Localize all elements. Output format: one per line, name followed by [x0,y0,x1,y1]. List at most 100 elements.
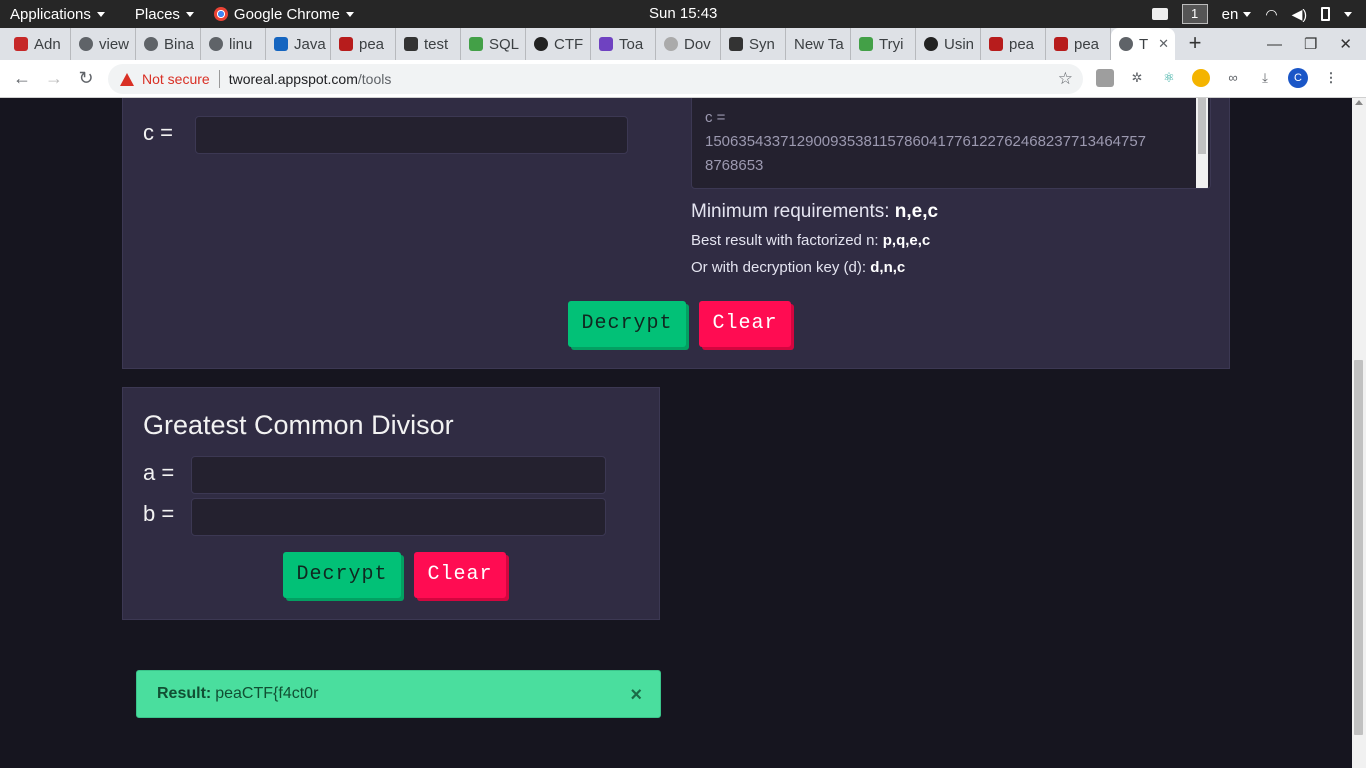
tab-favicon-icon [534,37,548,51]
infinity-icon[interactable]: ∞ [1224,69,1242,87]
browser-tab[interactable]: test [396,28,461,60]
cookie-icon[interactable] [1192,69,1210,87]
tab-favicon-icon [404,37,418,51]
browser-tab[interactable]: pea [331,28,396,60]
gcd-card: Greatest Common Divisor a = b = Decrypt … [122,387,660,620]
warning-icon [120,72,134,86]
browser-tab[interactable]: Java [266,28,331,60]
language-selector[interactable]: en [1222,6,1252,23]
browser-tab[interactable]: Syn [721,28,786,60]
places-menu[interactable]: Places [115,0,204,28]
workspace-indicator[interactable]: 1 [1181,4,1208,24]
system-tray: 1 en ◠ ◀) [1151,0,1366,28]
page-scrollbar[interactable] [1352,98,1366,768]
tab-favicon-icon [664,37,678,51]
scroll-up-icon[interactable] [1355,100,1363,105]
close-icon[interactable]: ✕ [1339,35,1352,53]
textarea-line: 1506354337129009353811578604177612276246… [705,133,1147,150]
best-result-note: Best result with factorized n: p,q,e,c [691,232,930,249]
tab-label: Bina [164,35,195,53]
gcd-title: Greatest Common Divisor [143,410,454,440]
react-extension-icon[interactable]: ⚛ [1160,69,1178,87]
restore-icon[interactable]: ❐ [1304,35,1317,53]
textarea-line: c = [705,109,726,126]
clock[interactable]: Sun 15:43 [649,5,717,22]
tab-favicon-icon [1119,37,1133,51]
a-input[interactable] [191,456,606,494]
tab-favicon-icon [274,37,288,51]
browser-tab[interactable]: linu [201,28,266,60]
browser-tab[interactable]: Bina [136,28,201,60]
volume-icon[interactable]: ◀) [1292,6,1307,23]
applications-menu[interactable]: Applications [0,0,115,28]
browser-tab[interactable]: Tryi [851,28,916,60]
address-bar[interactable]: Not secure tworeal.appspot.com/tools ☆ [108,64,1083,94]
language-label: en [1221,5,1239,23]
b-input[interactable] [191,498,606,536]
browser-tab[interactable]: Dov [656,28,721,60]
extension-icon[interactable] [1096,69,1114,87]
tab-favicon-icon [144,37,158,51]
rsa-textarea[interactable]: e = 65537 c = 15063543371290093538115786… [691,98,1211,189]
textarea-line: 8768653 [705,157,764,174]
places-label: Places [134,5,180,23]
reload-icon[interactable]: ↻ [70,68,102,89]
browser-tab[interactable]: Toa [591,28,656,60]
wifi-icon[interactable]: ◠ [1265,6,1277,23]
chevron-down-icon [345,11,354,17]
browser-tab[interactable]: view [71,28,136,60]
tab-label: pea [359,35,385,53]
browser-toolbar: ← → ↻ Not secure tworeal.appspot.com/too… [0,60,1366,98]
close-icon[interactable]: × [630,684,642,707]
download-icon[interactable]: ⤓ [1256,69,1274,87]
tab-label: CTF [554,35,584,53]
browser-tab[interactable]: T ✕ [1111,28,1175,60]
menu-kebab-icon[interactable]: ⋮ [1322,69,1340,87]
divider [218,70,220,88]
best-value: p,q,e,c [882,232,931,249]
gcd-decrypt-button[interactable]: Decrypt [283,552,401,598]
not-secure-label[interactable]: Not secure [142,71,210,87]
min-req-value: n,e,c [894,201,939,222]
app-menu[interactable]: Google Chrome [204,0,364,28]
extension-icon[interactable] [1151,8,1168,20]
page-content: e = c = e = 65537 c = 150635433712900935… [0,98,1352,768]
browser-tab[interactable]: Usin [916,28,981,60]
scrollbar-thumb[interactable] [1354,360,1363,735]
rsa-decrypt-button[interactable]: Decrypt [568,301,686,347]
min-requirements: Minimum requirements: n,e,c [691,201,938,223]
rsa-card: e = c = e = 65537 c = 150635433712900935… [122,98,1230,369]
textarea-scrollbar[interactable] [1196,98,1208,188]
browser-tab[interactable]: pea [981,28,1046,60]
forward-icon[interactable]: → [38,68,70,89]
browser-tab[interactable]: Adn [6,28,71,60]
tab-label: pea [1074,35,1100,53]
rsa-clear-button[interactable]: Clear [699,301,791,347]
tab-close-icon[interactable]: ✕ [1158,36,1169,52]
browser-tab[interactable]: pea [1046,28,1111,60]
tab-label: Usin [944,35,975,53]
chevron-down-icon [96,11,105,17]
a-label: a = [143,460,175,485]
system-menu-chevron-icon[interactable] [1344,11,1352,17]
battery-icon[interactable] [1321,7,1330,21]
tab-label: test [424,35,449,53]
c-input[interactable] [195,116,628,154]
browser-tab[interactable]: CTF [526,28,591,60]
tab-favicon-icon [79,37,93,51]
browser-tab[interactable]: SQL [461,28,526,60]
profile-avatar[interactable]: C [1288,68,1308,88]
new-tab-button[interactable]: + [1175,28,1215,60]
browser-tab[interactable]: New Ta [786,28,851,60]
decryption-key-note: Or with decryption key (d): d,n,c [691,259,905,276]
bookmark-star-icon[interactable]: ☆ [1058,69,1073,89]
back-icon[interactable]: ← [6,68,38,89]
tab-favicon-icon [339,37,353,51]
tab-label: Toa [619,35,644,53]
tab-favicon-icon [209,37,223,51]
tab-label: T [1139,35,1149,53]
gcd-clear-button[interactable]: Clear [414,552,506,598]
tab-label: Dov [684,35,711,53]
minimize-icon[interactable]: — [1267,36,1282,53]
gear-extension-icon[interactable]: ✲ [1128,69,1146,87]
